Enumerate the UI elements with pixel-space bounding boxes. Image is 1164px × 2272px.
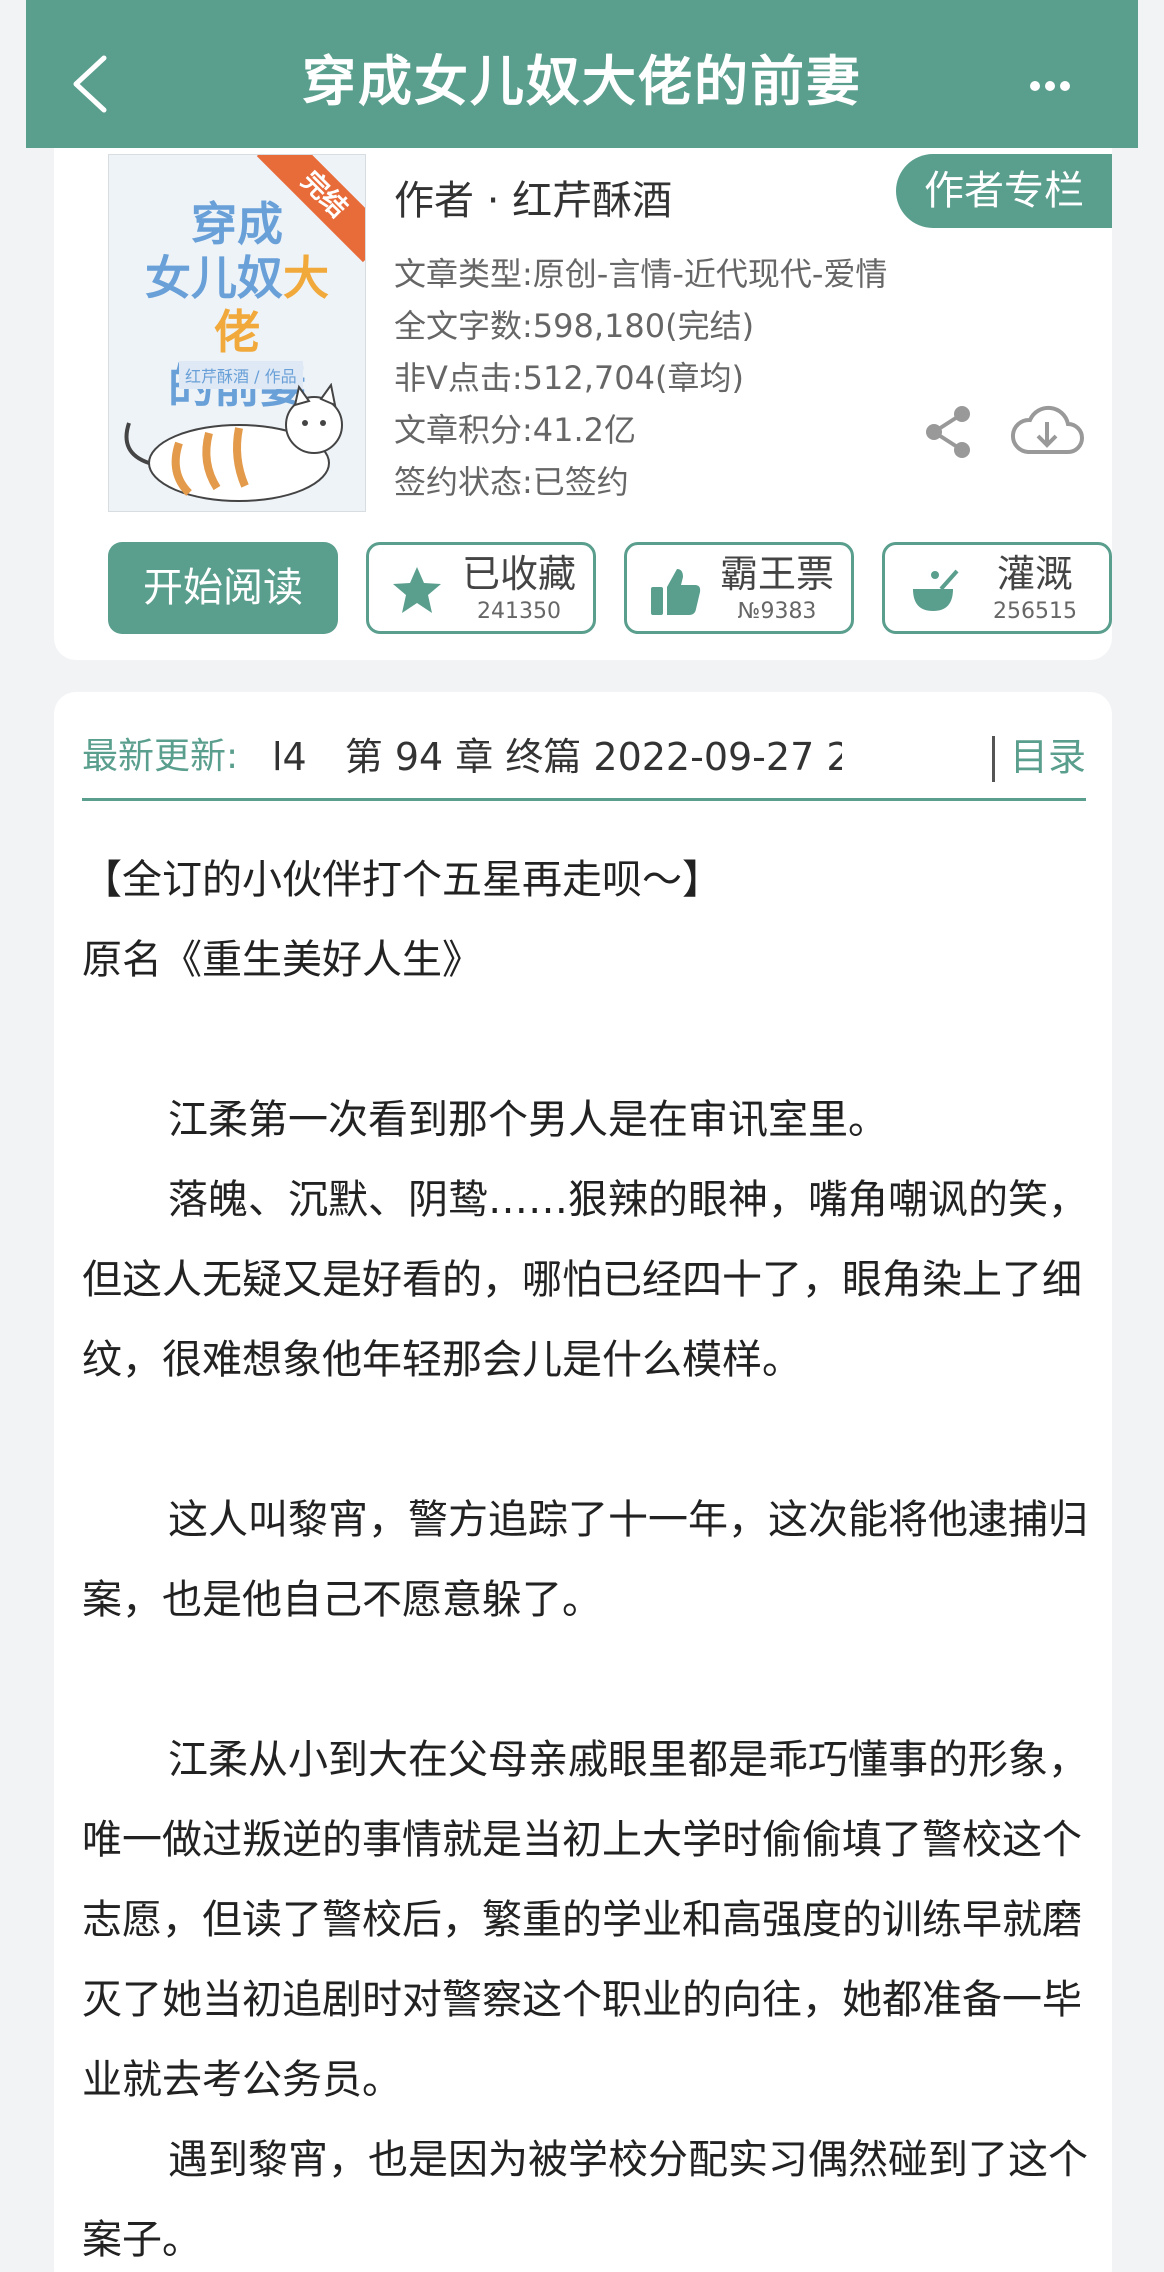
latest-update-bar[interactable]: 最新更新: l4 第 94 章 终篇 2022-09-27 22:42 目录 bbox=[82, 720, 1086, 794]
start-reading-button[interactable]: 开始阅读 bbox=[108, 542, 338, 634]
top-bar: 穿成女儿奴大佬的前妻 bbox=[26, 0, 1138, 148]
water-button[interactable]: 灌溉 256515 bbox=[882, 542, 1112, 634]
collect-count: 241350 bbox=[477, 599, 561, 624]
synopsis-text: 【全订的小伙伴打个五星再走呗～】 原名《重生美好人生》 江柔第一次看到那个男人是… bbox=[82, 840, 1092, 2272]
meta-score: 文章积分:41.2亿 bbox=[394, 411, 637, 449]
cover-title-part: 女儿奴 bbox=[145, 251, 283, 305]
more-options-button[interactable] bbox=[1030, 76, 1080, 92]
cover-title-line: 穿成 bbox=[191, 197, 283, 251]
cover-title-line: 女儿奴大佬 bbox=[127, 251, 347, 359]
more-dot-icon bbox=[1030, 81, 1040, 91]
synopsis-paragraph: 江柔从小到大在父母亲戚眼里都是乖巧懂事的形象，唯一做过叛逆的事情就是当初上大学时… bbox=[82, 1737, 1088, 2103]
thumbs-up-icon bbox=[651, 569, 701, 615]
star-icon bbox=[393, 567, 441, 613]
author-column-button[interactable]: 作者专栏 bbox=[896, 154, 1112, 228]
divider bbox=[992, 736, 995, 782]
meta-contract: 签约状态:已签约 bbox=[394, 463, 629, 501]
divider bbox=[82, 798, 1086, 801]
synopsis-paragraph: 原名《重生美好人生》 bbox=[82, 937, 482, 983]
collect-label: 已收藏 bbox=[461, 552, 576, 596]
synopsis-paragraph: 落魄、沉默、阴鸷……狠辣的眼神，嘴角嘲讽的笑，但这人无疑又是好看的，哪怕已经四十… bbox=[82, 1177, 1088, 1383]
cat-illustration-icon bbox=[124, 383, 343, 502]
synopsis-paragraph: 江柔第一次看到那个男人是在审讯室里。 bbox=[168, 1097, 888, 1143]
more-dot-icon bbox=[1045, 81, 1055, 91]
ticket-button[interactable]: 霸王票 №9383 bbox=[624, 542, 854, 634]
latest-update-label: 最新更新: bbox=[82, 736, 239, 777]
share-icon bbox=[926, 406, 970, 458]
app-frame: 穿成女儿奴大佬的前妻 完结 穿成 女儿奴大佬 的前妻 红芹酥酒 / 作品 bbox=[26, 0, 1138, 2272]
ticket-rank: №9383 bbox=[737, 599, 817, 624]
meta-genre: 文章类型:原创-言情-近代现代-爱情 bbox=[394, 255, 888, 293]
collect-button[interactable]: 已收藏 241350 bbox=[366, 542, 596, 634]
meta-word-count: 全文字数:598,180(完结) bbox=[394, 307, 755, 345]
synopsis-paragraph: 【全订的小伙伴打个五星再走呗～】 bbox=[82, 857, 722, 903]
chapter-content-card: 最新更新: l4 第 94 章 终篇 2022-09-27 22:42 目录 【… bbox=[54, 692, 1112, 2272]
synopsis-paragraph: 这人叫黎宵，警方追踪了十一年，这次能将他逮捕归案，也是他自己不愿意躲了。 bbox=[82, 1497, 1088, 1623]
download-button[interactable] bbox=[1010, 402, 1084, 462]
table-of-contents-button[interactable]: 目录 bbox=[1010, 720, 1086, 794]
share-button[interactable] bbox=[922, 404, 974, 460]
author-name[interactable]: 作者 · 红芹酥酒 bbox=[394, 168, 672, 226]
book-cover[interactable]: 完结 穿成 女儿奴大佬 的前妻 红芹酥酒 / 作品 bbox=[108, 154, 366, 512]
water-count: 256515 bbox=[993, 599, 1077, 624]
meta-clicks: 非V点击:512,704(章均) bbox=[394, 359, 744, 397]
action-buttons: 开始阅读 已收藏 241350 霸王票 №9383 灌溉 256515 bbox=[108, 542, 1112, 634]
watering-can-icon bbox=[913, 569, 959, 611]
cloud-download-icon bbox=[1011, 405, 1084, 454]
latest-update-text[interactable]: l4 第 94 章 终篇 2022-09-27 22:42 bbox=[272, 720, 842, 794]
synopsis-paragraph: 遇到黎宵，也是因为被学校分配实习偶然碰到了这个案子。 bbox=[82, 2137, 1088, 2263]
water-label: 灌溉 bbox=[996, 552, 1073, 596]
book-meta-list: 文章类型:原创-言情-近代现代-爱情 全文字数:598,180(完结) 非V点击… bbox=[394, 248, 887, 508]
page-title: 穿成女儿奴大佬的前妻 bbox=[302, 50, 862, 113]
book-info-card: 完结 穿成 女儿奴大佬 的前妻 红芹酥酒 / 作品 作者 · 红芹酥酒 作者 bbox=[54, 148, 1112, 660]
more-dot-icon bbox=[1060, 81, 1070, 91]
ticket-label: 霸王票 bbox=[719, 552, 834, 596]
